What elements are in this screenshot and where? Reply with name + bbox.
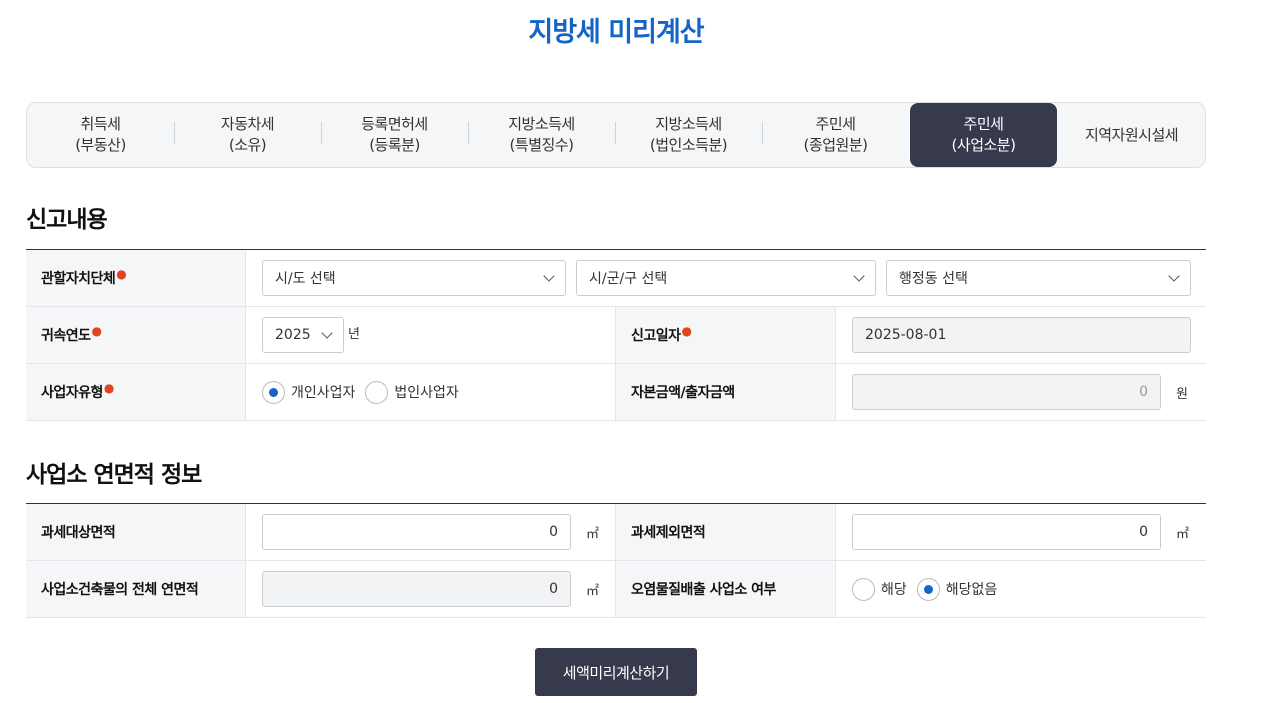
sigungu-select[interactable]: 시/군/구 선택 — [576, 260, 876, 296]
area-form: 과세대상면적 0 ㎡ 과세제외면적 0 ㎡ 사업소건축물의 전체 연면적 0 ㎡… — [26, 503, 1206, 618]
pollutant-no-radio[interactable] — [916, 577, 940, 601]
total-area-unit: ㎡ — [586, 583, 600, 599]
excluded-area-unit: ㎡ — [1176, 526, 1190, 542]
area-row-2: 사업소건축물의 전체 연면적 0 ㎡ 오염물질배출 사업소 여부 해당 해당없음 — [26, 561, 1206, 618]
tab-local-income-tax-corporate[interactable]: 지방소득세 (법인소득분) — [615, 103, 762, 167]
tab-resident-tax-business[interactable]: 주민세 (사업소분) — [910, 103, 1057, 167]
report-section-title: 신고내용 — [26, 207, 108, 233]
sido-select-value: 시/도 선택 — [275, 271, 336, 287]
excluded-area-input[interactable]: 0 — [852, 514, 1161, 550]
tab-label: 주민세 — [963, 115, 1004, 133]
year-date-row: 귀속연도 ● 2025 년 신고일자 ● 2025-08-01 — [26, 307, 1206, 364]
capital-field: 0 — [852, 374, 1161, 410]
year-select-value: 2025 — [275, 327, 311, 343]
taxable-area-label: 과세대상면적 — [26, 504, 246, 560]
tax-type-tabs: 취득세 (부동산) 자동차세 (소유) 등록면허세 (등록분) 지방소득세 (특별징수)… — [26, 102, 1206, 168]
jurisdiction-row: 관할자치단체 ● 시/도 선택 시/군/구 선택 행정동 선택 — [26, 250, 1206, 307]
tab-label: 취득세 — [80, 115, 121, 133]
sigungu-select-value: 시/군/구 선택 — [589, 271, 668, 287]
pollutant-label: 오염물질배출 사업소 여부 — [616, 561, 836, 617]
calculate-tax-button[interactable]: 세액미리계산하기 — [535, 648, 697, 696]
tab-regional-resource-facility-tax[interactable]: 지역자원시설세 — [1058, 103, 1205, 167]
chevron-down-icon — [543, 270, 555, 282]
sido-select[interactable]: 시/도 선택 — [262, 260, 566, 296]
excluded-area-cell: 0 ㎡ — [836, 504, 1206, 560]
business-type-cell: 개인사업자 법인사업자 — [246, 364, 616, 420]
tab-sublabel: (종업원분) — [803, 136, 868, 154]
taxable-area-unit: ㎡ — [586, 526, 600, 542]
year-unit: 년 — [348, 326, 360, 342]
tab-sublabel: (부동산) — [75, 136, 126, 154]
page-title: 지방세 미리계산 — [528, 17, 704, 48]
capital-unit: 원 — [1176, 386, 1188, 402]
area-section-title: 사업소 연면적 정보 — [26, 462, 202, 488]
year-label: 귀속연도 ● — [26, 307, 246, 363]
total-area-cell: 0 ㎡ — [246, 561, 616, 617]
jurisdiction-label: 관할자치단체 ● — [26, 250, 246, 306]
jurisdiction-selects: 시/도 선택 시/군/구 선택 행정동 선택 — [246, 250, 1206, 306]
tab-sublabel: (법인소득분) — [649, 136, 728, 154]
tab-registration-license-tax[interactable]: 등록면허세 (등록분) — [321, 103, 468, 167]
business-type-row: 사업자유형 ● 개인사업자 법인사업자 자본금액/출자금액 0 원 — [26, 364, 1206, 421]
report-date-label: 신고일자 ● — [616, 307, 836, 363]
chevron-down-icon — [1168, 270, 1180, 282]
tab-sublabel: (소유) — [228, 136, 267, 154]
taxable-area-input[interactable]: 0 — [262, 514, 571, 550]
tab-label: 지방소득세 — [508, 115, 575, 133]
corporate-business-radio[interactable] — [365, 380, 389, 404]
taxable-area-cell: 0 ㎡ — [246, 504, 616, 560]
report-date-cell: 2025-08-01 — [836, 307, 1206, 363]
tab-sublabel: (사업소분) — [951, 136, 1016, 154]
tab-acquisition-tax[interactable]: 취득세 (부동산) — [27, 103, 174, 167]
area-row-1: 과세대상면적 0 ㎡ 과세제외면적 0 ㎡ — [26, 504, 1206, 561]
excluded-area-label: 과세제외면적 — [616, 504, 836, 560]
year-cell: 2025 년 — [246, 307, 616, 363]
capital-cell: 0 원 — [836, 364, 1206, 420]
corporate-business-label: 법인사업자 — [394, 385, 459, 401]
total-area-label: 사업소건축물의 전체 연면적 — [26, 561, 246, 617]
tab-label: 등록면허세 — [361, 115, 428, 133]
year-select[interactable]: 2025 — [262, 317, 344, 353]
tab-sublabel: (특별징수) — [509, 136, 574, 154]
tab-vehicle-tax[interactable]: 자동차세 (소유) — [174, 103, 321, 167]
chevron-down-icon — [321, 327, 333, 339]
individual-business-radio[interactable] — [262, 380, 285, 404]
capital-label: 자본금액/출자금액 — [616, 364, 836, 420]
individual-business-label: 개인사업자 — [291, 385, 356, 401]
total-area-field: 0 — [262, 571, 571, 607]
pollutant-cell: 해당 해당없음 — [836, 561, 1206, 617]
report-date-field: 2025-08-01 — [852, 317, 1191, 353]
tab-label: 주민세 — [815, 115, 856, 133]
tab-local-income-tax-withholding[interactable]: 지방소득세 (특별징수) — [468, 103, 615, 167]
business-type-label: 사업자유형 ● — [26, 364, 246, 420]
dong-select-value: 행정동 선택 — [899, 271, 968, 287]
report-form: 관할자치단체 ● 시/도 선택 시/군/구 선택 행정동 선택 귀속연도 ● 202… — [26, 249, 1206, 421]
pollutant-yes-radio[interactable] — [852, 577, 875, 601]
tab-label: 자동차세 — [220, 115, 275, 133]
dong-select[interactable]: 행정동 선택 — [886, 260, 1191, 296]
tab-sublabel: (등록분) — [369, 136, 420, 154]
tab-label: 지역자원시설세 — [1084, 125, 1179, 144]
pollutant-yes-label: 해당 — [881, 582, 907, 598]
tab-label: 지방소득세 — [655, 115, 722, 133]
pollutant-no-label: 해당없음 — [945, 582, 998, 598]
chevron-down-icon — [853, 270, 865, 282]
tab-resident-tax-employee[interactable]: 주민세 (종업원분) — [762, 103, 909, 167]
